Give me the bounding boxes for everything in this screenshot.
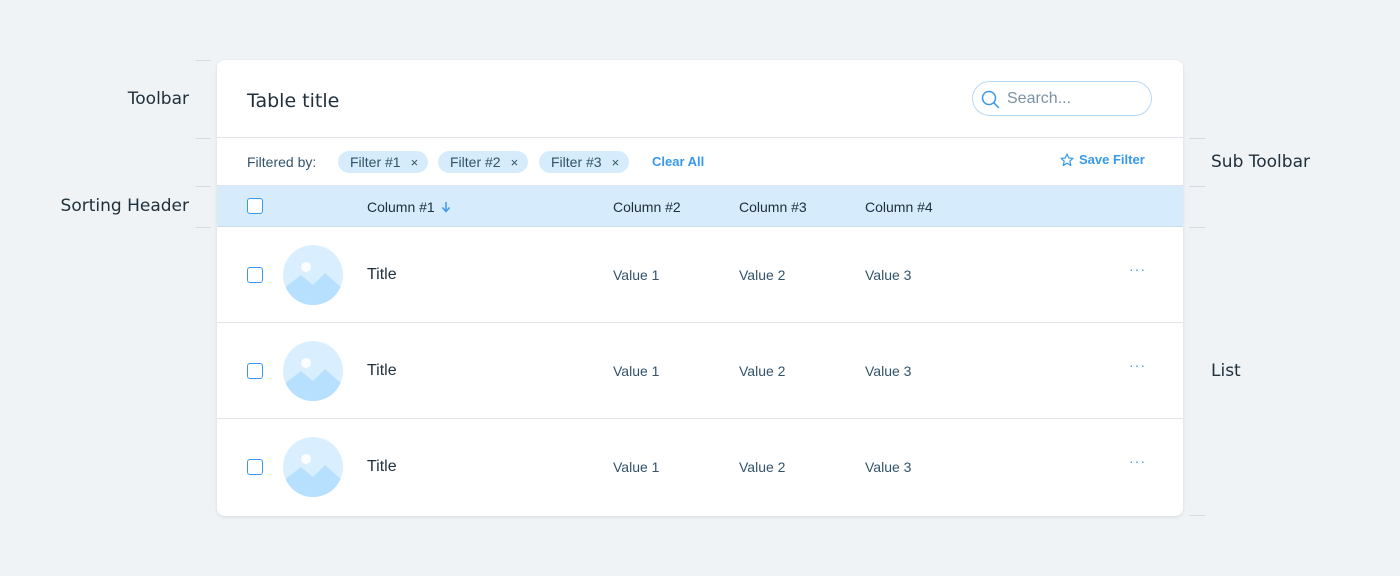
sorting-header: Column #1 Column #2 Column #3 Column #4: [217, 186, 1183, 227]
column-header-1[interactable]: Column #1: [367, 199, 451, 215]
row-checkbox[interactable]: [247, 459, 263, 475]
annotation-guide-line: [1189, 227, 1205, 228]
filter-chip-label: Filter #2: [450, 154, 501, 170]
annotation-sorting-header-label: Sorting Header: [60, 196, 189, 216]
annotation-guide-line: [1189, 138, 1205, 139]
search-icon: [981, 90, 1000, 109]
row-title: Title: [367, 458, 397, 475]
cell-value: Value 2: [739, 459, 786, 475]
cell-value: Value 3: [865, 363, 912, 379]
annotation-list-label: List: [1211, 361, 1241, 381]
list-row[interactable]: Title Value 1 Value 2 Value 3 ···: [217, 419, 1183, 515]
annotation-guide-line: [196, 60, 211, 61]
toolbar: Table title: [217, 60, 1183, 138]
star-icon: [1060, 152, 1074, 166]
filter-chip-label: Filter #1: [350, 154, 401, 170]
remove-filter-icon[interactable]: ×: [612, 155, 620, 170]
annotation-guide-line: [196, 138, 211, 139]
save-filter-button[interactable]: Save Filter: [1060, 152, 1145, 167]
row-title: Title: [367, 362, 397, 379]
column-header-label: Column #3: [739, 199, 807, 215]
remove-filter-icon[interactable]: ×: [411, 155, 419, 170]
more-actions-icon[interactable]: ···: [1129, 453, 1146, 469]
more-actions-icon[interactable]: ···: [1129, 261, 1146, 277]
select-all-checkbox[interactable]: [247, 198, 263, 214]
row-checkbox[interactable]: [247, 363, 263, 379]
cell-value: Value 3: [865, 267, 912, 283]
column-header-label: Column #2: [613, 199, 681, 215]
cell-value: Value 1: [613, 267, 660, 283]
sub-toolbar: Filtered by: Filter #1 × Filter #2 × Fil…: [217, 138, 1183, 186]
clear-all-button[interactable]: Clear All: [652, 154, 704, 169]
save-filter-label: Save Filter: [1079, 152, 1145, 167]
filter-chip-label: Filter #3: [551, 154, 602, 170]
annotation-guide-line: [1189, 186, 1205, 187]
annotation-guide-line: [1189, 515, 1205, 516]
more-actions-icon[interactable]: ···: [1129, 357, 1146, 373]
row-checkbox[interactable]: [247, 267, 263, 283]
annotation-guide-line: [196, 227, 211, 228]
list-row[interactable]: Title Value 1 Value 2 Value 3 ···: [217, 323, 1183, 419]
search-box[interactable]: [972, 81, 1152, 116]
image-placeholder-icon: [283, 437, 343, 497]
cell-value: Value 1: [613, 363, 660, 379]
row-title: Title: [367, 266, 397, 283]
cell-value: Value 3: [865, 459, 912, 475]
cell-value: Value 2: [739, 363, 786, 379]
cell-value: Value 2: [739, 267, 786, 283]
list-row[interactable]: Title Value 1 Value 2 Value 3 ···: [217, 227, 1183, 323]
remove-filter-icon[interactable]: ×: [511, 155, 519, 170]
filter-chip[interactable]: Filter #3 ×: [539, 151, 630, 173]
filter-chip[interactable]: Filter #1 ×: [338, 151, 429, 173]
annotation-sub-toolbar-label: Sub Toolbar: [1211, 152, 1310, 172]
column-header-4[interactable]: Column #4: [865, 199, 933, 215]
column-header-label: Column #1: [367, 199, 435, 215]
image-placeholder-icon: [283, 341, 343, 401]
search-input[interactable]: [1007, 82, 1147, 115]
filter-chip[interactable]: Filter #2 ×: [438, 151, 529, 173]
image-placeholder-icon: [283, 245, 343, 305]
table-card: Table title Filtered by: Filter #1 × Fil…: [217, 60, 1183, 516]
filtered-by-label: Filtered by:: [247, 154, 317, 170]
cell-value: Value 1: [613, 459, 660, 475]
column-header-2[interactable]: Column #2: [613, 199, 681, 215]
sort-descending-arrow-icon: [441, 202, 450, 213]
annotation-guide-line: [196, 186, 211, 187]
page: Toolbar Sorting Header Sub Toolbar List …: [0, 0, 1400, 576]
column-header-3[interactable]: Column #3: [739, 199, 807, 215]
column-header-label: Column #4: [865, 199, 933, 215]
table-title: Table title: [247, 90, 340, 112]
annotation-toolbar-label: Toolbar: [127, 89, 189, 109]
